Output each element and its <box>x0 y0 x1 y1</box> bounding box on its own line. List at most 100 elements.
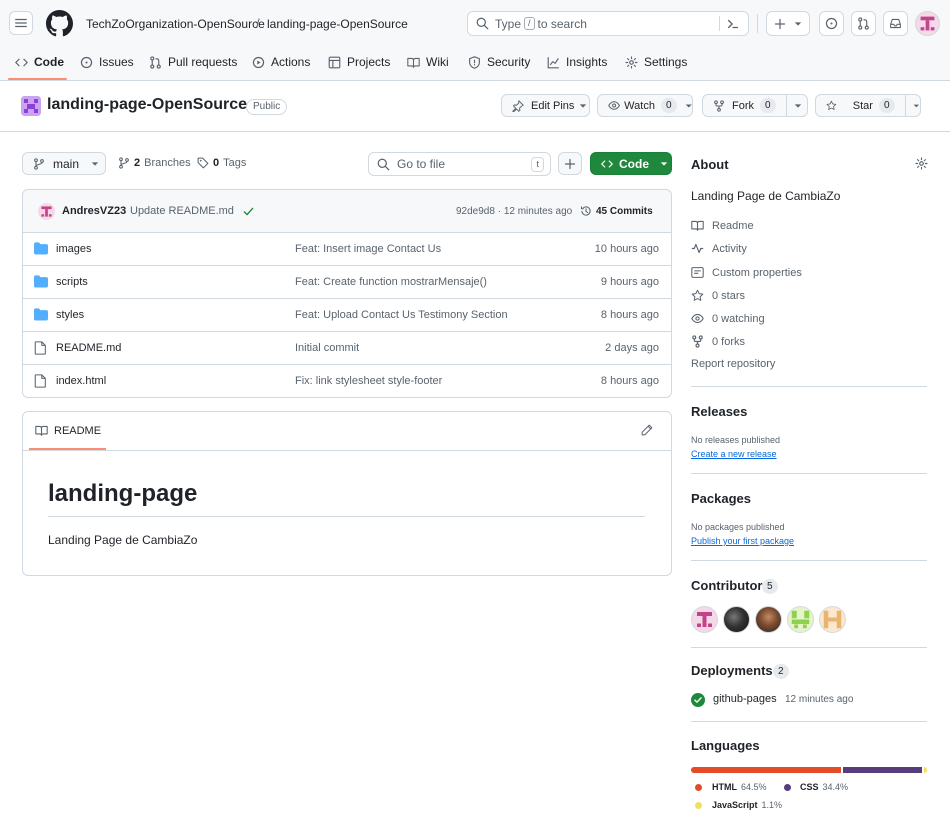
menu-button[interactable] <box>9 11 33 35</box>
inbox-button[interactable] <box>883 11 908 36</box>
contributor-avatar[interactable] <box>691 606 718 633</box>
commit-message[interactable]: Update README.md <box>130 205 234 217</box>
breadcrumb-repo[interactable]: landing-page-OpenSource <box>267 17 408 31</box>
edit-pins-button[interactable]: Edit Pins <box>501 94 590 117</box>
plus-icon <box>564 158 576 169</box>
tab-settings-label: Settings <box>644 55 688 69</box>
fork-label: Fork <box>732 99 754 112</box>
code-button[interactable]: Code <box>590 152 672 175</box>
file-name[interactable]: styles <box>56 309 84 321</box>
create-release-link[interactable]: Create a new release <box>691 449 777 459</box>
file-commit-message[interactable]: Fix: link stylesheet style-footer <box>295 375 442 387</box>
language-name: CSS <box>800 782 819 792</box>
readme-tab[interactable]: README <box>35 424 101 437</box>
commit-author-avatar[interactable] <box>38 203 55 220</box>
packages-heading[interactable]: Packages <box>691 491 751 506</box>
github-logo[interactable] <box>46 10 73 37</box>
no-packages-text: No packages published <box>691 522 785 532</box>
file-commit-message[interactable]: Initial commit <box>295 342 359 354</box>
tab-actions[interactable]: Actions <box>252 53 310 71</box>
language-legend-css[interactable]: CSS 34.4% <box>784 782 848 792</box>
language-legend-javascript[interactable]: JavaScript 1.1% <box>695 800 782 810</box>
tab-code[interactable]: Code <box>15 53 64 71</box>
publish-package-link[interactable]: Publish your first package <box>691 536 794 546</box>
issues-shortcut-button[interactable] <box>819 11 844 36</box>
about-activity-label: Activity <box>712 242 747 255</box>
star-button[interactable]: Star 0 <box>815 94 921 117</box>
search-input[interactable]: Type / to search <box>467 11 749 36</box>
branch-select[interactable]: main <box>22 152 106 175</box>
about-activity-link[interactable]: Activity <box>691 242 747 255</box>
deployment-env-link[interactable]: github-pages <box>713 693 777 705</box>
breadcrumb-org[interactable]: TechZoOrganization-OpenSource <box>86 17 265 31</box>
commit-author[interactable]: AndresVZ23 <box>62 205 126 217</box>
file-name[interactable]: scripts <box>56 276 88 288</box>
file-row[interactable]: images Feat: Insert image Contact Us 10 … <box>23 232 671 265</box>
contributor-avatar[interactable] <box>787 606 814 633</box>
check-circle-icon <box>691 693 705 707</box>
fork-button[interactable]: Fork 0 <box>702 94 808 117</box>
code-icon <box>601 159 613 168</box>
branches-link[interactable]: 2 Branches <box>118 157 191 169</box>
command-palette-icon[interactable] <box>726 17 740 31</box>
file-row[interactable]: index.html Fix: link stylesheet style-fo… <box>23 364 671 397</box>
search-placeholder-prefix: Type <box>495 16 522 31</box>
file-row[interactable]: styles Feat: Upload Contact Us Testimony… <box>23 298 671 331</box>
chevron-down-icon[interactable] <box>794 102 802 110</box>
user-avatar[interactable] <box>915 11 940 36</box>
report-repository-link[interactable]: Report repository <box>691 358 775 370</box>
file-row[interactable]: scripts Feat: Create function mostrarMen… <box>23 265 671 298</box>
author-identicon-icon <box>41 206 52 217</box>
repo-title[interactable]: landing-page-OpenSource <box>47 96 247 114</box>
create-new-button[interactable] <box>766 11 810 36</box>
gear-icon[interactable] <box>915 157 928 170</box>
language-legend-html[interactable]: HTML 64.5% <box>695 782 767 792</box>
file-name[interactable]: images <box>56 243 91 255</box>
tags-link[interactable]: 0 Tags <box>197 157 246 169</box>
check-icon[interactable] <box>243 206 254 217</box>
tab-pull-requests[interactable]: Pull requests <box>149 53 237 71</box>
go-to-file-input[interactable]: Go to file t <box>368 152 551 176</box>
issue-circle-icon <box>825 17 838 30</box>
readme-heading: landing-page <box>48 480 198 507</box>
deployments-heading[interactable]: Deployments <box>691 663 773 678</box>
file-name[interactable]: index.html <box>56 375 106 387</box>
file-commit-message[interactable]: Feat: Create function mostrarMensaje() <box>295 276 487 288</box>
pencil-icon[interactable] <box>641 424 653 436</box>
tab-insights[interactable]: Insights <box>547 53 607 71</box>
tab-wiki[interactable]: Wiki <box>407 53 449 71</box>
go-to-file-placeholder: Go to file <box>397 157 446 171</box>
readme-tab-label: README <box>54 424 102 437</box>
file-row[interactable]: README.md Initial commit 2 days ago <box>23 331 671 364</box>
visibility-badge: Public <box>246 99 288 115</box>
file-commit-message[interactable]: Feat: Insert image Contact Us <box>295 243 441 255</box>
contributor-identicon-icon <box>823 610 842 629</box>
tab-settings[interactable]: Settings <box>625 53 687 71</box>
tab-security[interactable]: Security <box>468 53 530 71</box>
watch-button[interactable]: Watch 0 <box>597 94 693 117</box>
contributor-avatar[interactable] <box>755 606 782 633</box>
file-commit-message[interactable]: Feat: Upload Contact Us Testimony Sectio… <box>295 309 508 321</box>
contributors-heading[interactable]: Contributors <box>691 578 770 593</box>
about-stars-link[interactable]: 0 stars <box>691 289 745 302</box>
releases-heading[interactable]: Releases <box>691 404 747 419</box>
tab-projects[interactable]: Projects <box>328 53 390 71</box>
tab-issues[interactable]: Issues <box>80 53 134 71</box>
repo-owner-avatar[interactable] <box>21 96 41 116</box>
file-icon <box>34 374 46 388</box>
fork-dropdown-separator <box>785 95 787 116</box>
chevron-down-icon[interactable] <box>913 102 920 110</box>
about-description: Landing Page de CambiaZo <box>691 189 841 203</box>
contributor-avatar[interactable] <box>723 606 750 633</box>
about-readme-link[interactable]: Readme <box>691 219 754 232</box>
contributor-avatar[interactable] <box>819 606 846 633</box>
file-name[interactable]: README.md <box>56 342 121 354</box>
commits-link[interactable]: 45 Commits <box>580 205 653 217</box>
commit-hash-time[interactable]: 92de9d8 · 12 minutes ago <box>456 206 572 217</box>
about-forks-link[interactable]: 0 forks <box>691 335 745 348</box>
about-watching-link[interactable]: 0 watching <box>691 312 765 325</box>
add-file-button[interactable] <box>558 152 582 175</box>
about-custom-properties-link[interactable]: Custom properties <box>691 266 802 279</box>
star-count: 0 <box>878 98 895 113</box>
pull-requests-shortcut-button[interactable] <box>851 11 876 36</box>
